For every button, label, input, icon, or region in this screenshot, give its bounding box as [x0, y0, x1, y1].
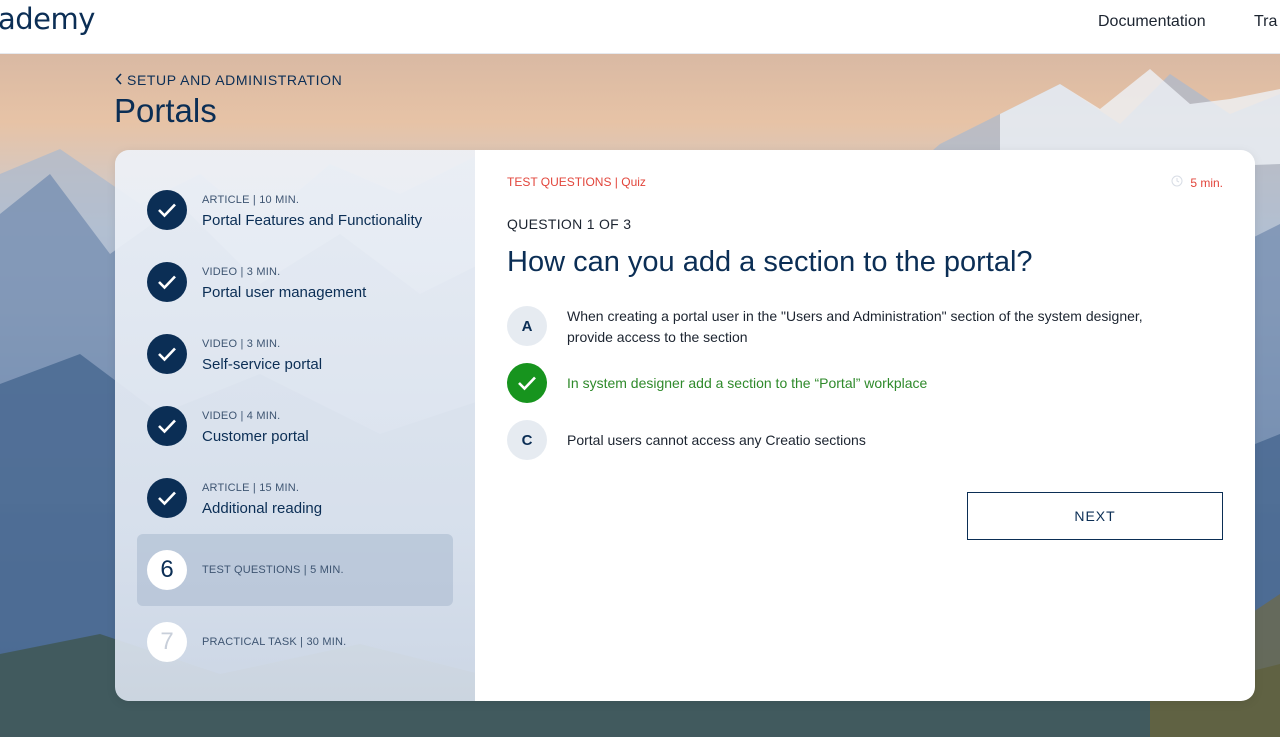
- step-name: Self-service portal: [202, 356, 323, 373]
- step-meta: TEST QUESTIONS | 5 MIN.: [202, 564, 344, 576]
- option-text: Portal users cannot access any Creatio s…: [567, 432, 866, 448]
- step-item-portal-features[interactable]: ARTICLE | 10 MIN. Portal Features and Fu…: [137, 174, 453, 246]
- step-meta: PRACTICAL TASK | 30 MIN.: [202, 636, 347, 648]
- option-text: In system designer add a section to the …: [567, 375, 928, 391]
- step-meta: VIDEO | 3 MIN.: [202, 266, 281, 278]
- step-name: Portal user management: [202, 284, 367, 301]
- step-item-practical-task[interactable]: 7 PRACTICAL TASK | 30 MIN.: [137, 606, 453, 678]
- option-letter-badge: C: [507, 420, 547, 460]
- option-text-line: When creating a portal user in the "User…: [567, 308, 1143, 324]
- option-text: When creating a portal user in the "User…: [567, 306, 1143, 348]
- step-number: 7: [147, 622, 187, 662]
- step-item-additional-reading[interactable]: ARTICLE | 15 MIN. Additional reading: [137, 462, 453, 534]
- nav-documentation-link[interactable]: Documentation: [1098, 13, 1206, 31]
- course-card: ARTICLE | 10 MIN. Portal Features and Fu…: [115, 150, 1255, 701]
- breadcrumb-label: SETUP AND ADMINISTRATION: [127, 72, 343, 88]
- step-item-portal-user-management[interactable]: VIDEO | 3 MIN. Portal user management: [137, 246, 453, 318]
- check-icon: [147, 334, 187, 374]
- step-number: 6: [147, 550, 187, 590]
- chevron-left-icon: [115, 72, 123, 88]
- duration-text: 5 min.: [1190, 175, 1223, 190]
- next-button[interactable]: NEXT: [967, 492, 1223, 540]
- step-meta: ARTICLE | 15 MIN.: [202, 482, 300, 494]
- course-steps-sidebar: ARTICLE | 10 MIN. Portal Features and Fu…: [115, 150, 475, 701]
- quiz-type-label: TEST QUESTIONS | Quiz: [507, 175, 646, 189]
- step-item-self-service-portal[interactable]: VIDEO | 3 MIN. Self-service portal: [137, 318, 453, 390]
- breadcrumb[interactable]: SETUP AND ADMINISTRATION: [115, 72, 342, 88]
- question-text: How can you add a section to the portal?: [507, 246, 1033, 278]
- top-nav-bar: ademy Documentation Tra: [0, 0, 1280, 54]
- clock-icon: [1171, 175, 1183, 190]
- step-meta: VIDEO | 3 MIN.: [202, 338, 281, 350]
- academy-logo[interactable]: ademy: [0, 2, 95, 36]
- quiz-duration: 5 min.: [1171, 175, 1223, 190]
- nav-training-link[interactable]: Tra: [1254, 13, 1277, 31]
- page-title: Portals: [114, 92, 217, 129]
- option-letter-badge: A: [507, 306, 547, 346]
- check-icon: [147, 190, 187, 230]
- answer-option-b[interactable]: In system designer add a section to the …: [507, 363, 1227, 403]
- answer-option-a[interactable]: A When creating a portal user in the "Us…: [507, 306, 1227, 350]
- check-icon: [507, 363, 547, 403]
- step-name: Customer portal: [202, 428, 309, 445]
- step-name: Portal Features and Functionality: [202, 212, 423, 229]
- step-name: Additional reading: [202, 500, 323, 517]
- step-meta: VIDEO | 4 MIN.: [202, 410, 281, 422]
- check-icon: [147, 406, 187, 446]
- step-item-test-questions[interactable]: 6 TEST QUESTIONS | 5 MIN.: [137, 534, 453, 606]
- step-item-customer-portal[interactable]: VIDEO | 4 MIN. Customer portal: [137, 390, 453, 462]
- check-icon: [147, 478, 187, 518]
- option-text-line: provide access to the section: [567, 329, 748, 345]
- check-icon: [147, 262, 187, 302]
- answer-option-c[interactable]: C Portal users cannot access any Creatio…: [507, 420, 1227, 460]
- step-meta: ARTICLE | 10 MIN.: [202, 194, 300, 206]
- quiz-panel: TEST QUESTIONS | Quiz 5 min. QUESTION 1 …: [475, 150, 1255, 701]
- question-counter: QUESTION 1 OF 3: [507, 216, 632, 232]
